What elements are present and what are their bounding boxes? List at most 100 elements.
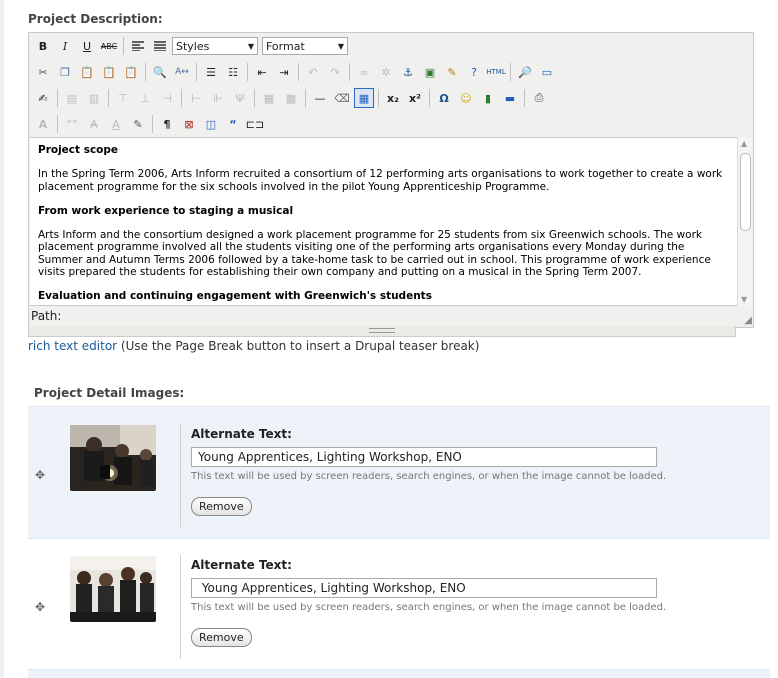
anchor-icon[interactable]: ⚓ [398,62,418,82]
toolbar-separator [247,63,248,81]
paragraph-icon[interactable]: ¶ [157,114,177,134]
toolbar-separator [254,89,255,107]
toolbar-separator [57,89,58,107]
unlink-icon[interactable]: ✲ [376,62,396,82]
rich-text-editor: B I U ABC Styles ▼ Format ▼ ✂ ❐ 📋 📋 📋 🔍 A↔… [28,32,754,328]
alt-text-label: Alternate Text: [191,558,292,572]
remove-button[interactable]: Remove [191,497,252,516]
image-row: ✥ Alternate Text: Young Apprentices, Lig… [28,406,770,538]
rich-text-editor-link[interactable]: rich text editor [28,339,117,353]
emoticon-icon[interactable]: ☺ [456,88,476,108]
editor-content[interactable]: Project scope In the Spring Term 2006, A… [30,137,737,306]
insert-col-after-icon[interactable]: ⊩ [208,88,228,108]
insertion-icon[interactable]: A [106,114,126,134]
scroll-up-icon[interactable]: ▲ [741,139,747,148]
cleanup-icon[interactable]: ✎ [442,62,462,82]
blockquote-icon[interactable]: “ [223,114,243,134]
find-icon[interactable]: 🔍 [150,62,170,82]
special-char-icon[interactable]: Ω [434,88,454,108]
drag-handle-icon[interactable]: ✥ [35,600,45,614]
chevron-down-icon: ▼ [247,41,254,51]
toolbar-separator [57,115,58,133]
paste-text-icon[interactable]: 📋 [99,62,119,82]
justify-button[interactable] [150,36,170,56]
insert-row-before-icon[interactable]: ⊤ [113,88,133,108]
insert-row-after-icon[interactable]: ⊥ [135,88,155,108]
align-left-button[interactable] [128,36,148,56]
redo-icon[interactable]: ↷ [325,62,345,82]
copy-icon[interactable]: ❐ [55,62,75,82]
horizontal-rule-icon[interactable]: — [310,88,330,108]
toolbar-separator [145,63,146,81]
toolbar-separator [108,89,109,107]
table-row-props-icon[interactable]: ▤ [62,88,82,108]
image-thumbnail [70,556,156,622]
cut-icon[interactable]: ✂ [33,62,53,82]
format-select[interactable]: Format ▼ [262,37,348,55]
toolbar-row-1: B I U ABC Styles ▼ Format ▼ [33,35,348,57]
bold-button[interactable]: B [33,36,53,56]
toolbar-row-3: ✍ ▤ ▥ ⊤ ⊥ ⊣ ⊢ ⊩ Ψ ▦ ▩ — ⌫ ▦ x₂ x² Ω ☺ ▮ … [33,87,549,109]
layer-icon[interactable]: ◫ [201,114,221,134]
edit-css-icon[interactable]: ✍ [33,88,53,108]
underline-button[interactable]: U [77,36,97,56]
media-icon[interactable]: ▮ [478,88,498,108]
editor-scrollbar[interactable]: ▲ ▼ [737,137,752,306]
italic-button[interactable]: I [55,36,75,56]
table-icon[interactable]: ▦ [354,88,374,108]
table-cell-props-icon[interactable]: ▥ [84,88,104,108]
scroll-down-icon[interactable]: ▼ [741,295,747,304]
alt-text-input[interactable]: Young Apprentices, Lighting Workshop, EN… [191,447,657,467]
image-thumbnail [70,425,156,491]
alt-text-label: Alternate Text: [191,427,292,441]
attributes-icon[interactable]: ✎ [128,114,148,134]
resize-handle-icon [369,328,395,333]
page-break-icon[interactable]: ⊏⊐ [245,114,265,134]
link-icon[interactable]: ∞ [354,62,374,82]
eraser-icon[interactable]: ⌫ [332,88,352,108]
html-icon[interactable]: HTML [486,62,506,82]
editor-resize-bar[interactable] [28,326,736,337]
toolbar-separator [305,89,306,107]
drag-handle-icon[interactable]: ✥ [35,468,45,482]
content-heading: From work experience to staging a musica… [38,204,294,217]
resize-grip-icon[interactable]: ◢ [744,315,752,326]
line-icon[interactable]: ▬ [500,88,520,108]
merge-cells-icon[interactable]: ▩ [281,88,301,108]
paste-icon[interactable]: 📋 [77,62,97,82]
superscript-icon[interactable]: x² [405,88,425,108]
delete-row-icon[interactable]: ⊣ [157,88,177,108]
absolute-icon[interactable]: A [33,114,53,134]
toolbar-separator [196,63,197,81]
outdent-icon[interactable]: ⇤ [252,62,272,82]
cite-icon[interactable]: “” [62,114,82,134]
help-icon[interactable]: ? [464,62,484,82]
lighting-workshop-photo [70,556,156,622]
project-description-label: Project Description: [28,12,163,26]
bullet-list-icon[interactable]: ☰ [201,62,221,82]
deletion-icon[interactable]: A [84,114,104,134]
image-icon[interactable]: ▣ [420,62,440,82]
alt-text-input[interactable]: Young Apprentices, Lighting Workshop, EN… [191,578,657,598]
toolbar-separator [378,89,379,107]
toolbar-separator [181,89,182,107]
delete-col-icon[interactable]: Ψ [230,88,250,108]
undo-icon[interactable]: ↶ [303,62,323,82]
template-icon[interactable]: ⊠ [179,114,199,134]
subscript-icon[interactable]: x₂ [383,88,403,108]
preview-icon[interactable]: 🔎 [515,62,535,82]
rte-note: rich text editor (Use the Page Break but… [28,339,479,353]
indent-icon[interactable]: ⇥ [274,62,294,82]
split-cells-icon[interactable]: ▦ [259,88,279,108]
styles-select[interactable]: Styles ▼ [172,37,258,55]
paste-word-icon[interactable]: 📋 [121,62,141,82]
print-icon[interactable]: ⎙ [529,88,549,108]
remove-button[interactable]: Remove [191,628,252,647]
scrollbar-thumb[interactable] [740,153,751,231]
numbered-list-icon[interactable]: ☷ [223,62,243,82]
row-divider [180,423,181,527]
strikethrough-button[interactable]: ABC [99,36,119,56]
fullscreen-icon[interactable]: ▭ [537,62,557,82]
replace-icon[interactable]: A↔ [172,62,192,82]
insert-col-before-icon[interactable]: ⊢ [186,88,206,108]
